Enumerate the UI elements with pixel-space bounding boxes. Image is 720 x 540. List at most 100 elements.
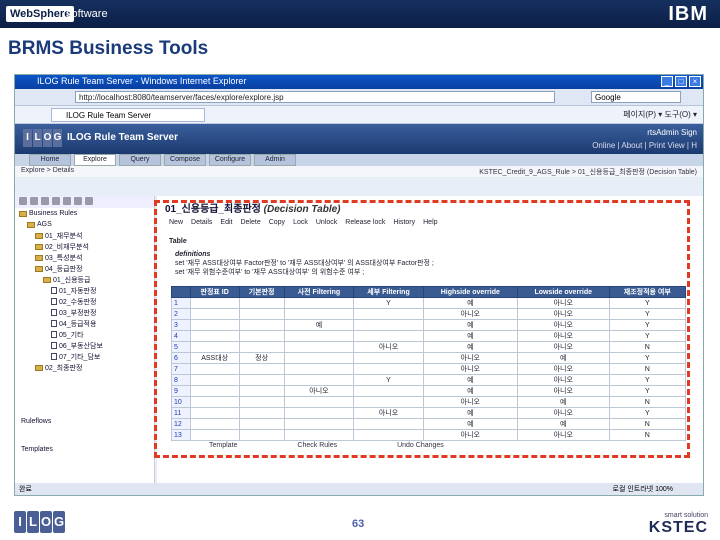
table-cell[interactable] xyxy=(189,330,240,342)
table-cell[interactable]: 예 xyxy=(422,341,518,353)
column-header[interactable]: 사전 Filtering xyxy=(283,286,355,298)
table-cell[interactable]: 아니오 xyxy=(422,308,518,320)
table-cell[interactable]: 예 xyxy=(422,297,518,309)
table-cell[interactable] xyxy=(238,363,285,375)
tab-home[interactable]: Home xyxy=(29,154,71,166)
copy-button[interactable]: Copy xyxy=(269,219,285,226)
table-cell[interactable] xyxy=(353,319,424,331)
table-cell[interactable]: Y xyxy=(608,319,687,331)
table-cell[interactable]: 예 xyxy=(516,418,610,430)
table-cell[interactable] xyxy=(189,374,240,386)
row-number[interactable]: 13 xyxy=(171,429,191,441)
tree-node[interactable]: 06_부동산담보 xyxy=(15,340,154,351)
tree-node[interactable]: AGS xyxy=(15,219,154,230)
address-input[interactable]: http://localhost:8080/teamserver/faces/e… xyxy=(75,91,555,103)
table-cell[interactable] xyxy=(189,407,240,419)
tab-compose[interactable]: Compose xyxy=(164,154,206,166)
table-cell[interactable] xyxy=(283,407,355,419)
table-row[interactable]: 12 예 예 N xyxy=(171,418,687,430)
table-cell[interactable]: Y xyxy=(608,352,687,364)
row-number[interactable]: 3 xyxy=(171,319,191,331)
table-row[interactable]: 6 ASS대상 정상 아니오 예 Y xyxy=(171,352,687,364)
table-cell[interactable] xyxy=(238,341,285,353)
table-cell[interactable]: 예 xyxy=(422,374,518,386)
table-cell[interactable] xyxy=(283,352,355,364)
table-cell[interactable] xyxy=(283,308,355,320)
table-cell[interactable]: 아니오 xyxy=(516,330,610,342)
tab-configure[interactable]: Configure xyxy=(209,154,251,166)
table-cell[interactable]: 아니오 xyxy=(422,429,518,441)
tree-node[interactable]: Business Rules xyxy=(15,208,154,219)
table-cell[interactable]: 아니오 xyxy=(516,297,610,309)
table-cell[interactable]: 예 xyxy=(422,407,518,419)
row-number[interactable]: 9 xyxy=(171,385,191,397)
tree-node[interactable]: 02_최종판정 xyxy=(15,362,154,373)
tree-node[interactable]: 01_신용등급 xyxy=(15,274,154,285)
tree-tool-icon[interactable] xyxy=(19,197,27,205)
table-cell[interactable] xyxy=(283,429,355,441)
check-rules-link[interactable]: Check Rules xyxy=(297,442,337,449)
undo-link[interactable]: Undo Changes xyxy=(397,442,444,449)
table-cell[interactable]: Y xyxy=(608,297,687,309)
column-header[interactable] xyxy=(171,286,191,298)
table-cell[interactable]: Y xyxy=(353,374,424,386)
table-cell[interactable]: 아니오 xyxy=(516,385,610,397)
table-cell[interactable]: 아니오 xyxy=(516,374,610,386)
table-cell[interactable]: Y xyxy=(608,374,687,386)
table-cell[interactable]: 예 xyxy=(516,396,610,408)
table-cell[interactable]: N xyxy=(608,341,687,353)
tree-tool-icon[interactable] xyxy=(52,197,60,205)
column-header[interactable]: 재조정적용 여부 xyxy=(608,286,687,298)
tree-tool-icon[interactable] xyxy=(63,197,71,205)
table-cell[interactable]: ASS대상 xyxy=(189,352,240,364)
table-cell[interactable] xyxy=(189,297,240,309)
table-row[interactable]: 10 아니오 예 N xyxy=(171,396,687,408)
table-cell[interactable]: 예 xyxy=(422,319,518,331)
row-number[interactable]: 5 xyxy=(171,341,191,353)
table-cell[interactable] xyxy=(353,363,424,375)
table-cell[interactable]: Y xyxy=(608,385,687,397)
table-cell[interactable] xyxy=(238,407,285,419)
table-cell[interactable] xyxy=(353,418,424,430)
tree-node[interactable]: 02_비재무분석 xyxy=(15,241,154,252)
tree-tool-icon[interactable] xyxy=(85,197,93,205)
new-button[interactable]: New xyxy=(169,219,183,226)
tab-rts[interactable]: ILOG Rule Team Server xyxy=(51,108,205,122)
user-signout[interactable]: rtsAdmin Sign xyxy=(647,128,697,137)
lock-button[interactable]: Lock xyxy=(293,219,308,226)
table-cell[interactable] xyxy=(283,297,355,309)
table-cell[interactable]: Y xyxy=(608,330,687,342)
table-row[interactable]: 3 예 예 아니오 Y xyxy=(171,319,687,331)
table-cell[interactable] xyxy=(353,330,424,342)
table-cell[interactable]: N xyxy=(608,396,687,408)
table-cell[interactable] xyxy=(353,352,424,364)
help-button[interactable]: Help xyxy=(423,219,437,226)
tree-node[interactable]: 04_등급판정 xyxy=(15,263,154,274)
maximize-icon[interactable]: □ xyxy=(675,76,687,87)
history-button[interactable]: History xyxy=(393,219,415,226)
table-cell[interactable] xyxy=(189,396,240,408)
table-cell[interactable] xyxy=(189,429,240,441)
table-cell[interactable] xyxy=(189,308,240,320)
table-cell[interactable]: 예 xyxy=(422,385,518,397)
table-cell[interactable] xyxy=(189,319,240,331)
table-cell[interactable]: 아니오 xyxy=(516,407,610,419)
table-cell[interactable]: 예 xyxy=(516,352,610,364)
row-number[interactable]: 4 xyxy=(171,330,191,342)
table-cell[interactable] xyxy=(238,429,285,441)
tab-explore[interactable]: Explore xyxy=(74,154,116,166)
column-header[interactable]: Highside override xyxy=(422,286,518,298)
table-cell[interactable]: 아니오 xyxy=(353,341,424,353)
table-section-label[interactable]: Table xyxy=(169,238,187,245)
row-number[interactable]: 12 xyxy=(171,418,191,430)
column-header[interactable]: 기본판정 xyxy=(238,286,285,298)
table-cell[interactable]: 아니오 xyxy=(283,385,355,397)
templates-group[interactable]: Templates xyxy=(21,446,53,453)
details-button[interactable]: Details xyxy=(191,219,212,226)
table-cell[interactable]: 예 xyxy=(422,330,518,342)
ie-tools-menu[interactable]: 페이지(P) ▾ 도구(O) ▾ xyxy=(623,109,697,120)
table-row[interactable]: 5 아니오 예 아니오 N xyxy=(171,341,687,353)
table-cell[interactable] xyxy=(238,308,285,320)
row-number[interactable]: 7 xyxy=(171,363,191,375)
table-cell[interactable] xyxy=(189,341,240,353)
